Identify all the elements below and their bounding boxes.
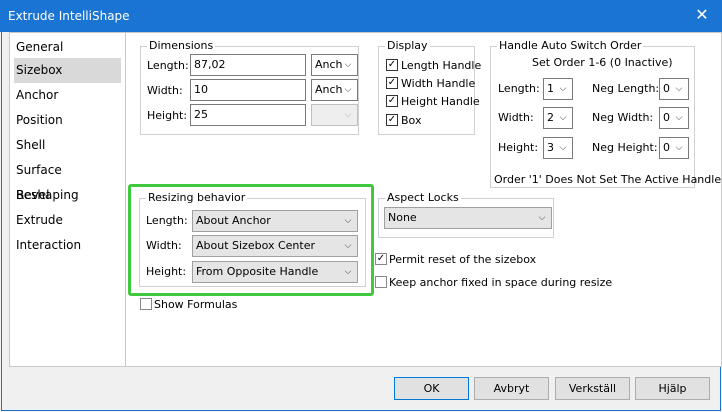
dimension-length-unit: Anch [315, 58, 343, 71]
display-title: Display [385, 39, 430, 52]
dimension-width-unit-select[interactable]: Anch ⌵ [311, 79, 358, 101]
dimension-length-label: Length: [147, 59, 189, 72]
permit-reset-label: Permit reset of the sizebox [389, 253, 537, 266]
show-formulas-checkbox[interactable] [140, 298, 152, 310]
ok-button[interactable]: OK [394, 377, 469, 400]
chevron-down-icon: ⌵ [559, 84, 567, 94]
order-height-value: 3 [547, 141, 554, 154]
dialog-body: General Sizebox Anchor Position Shell Su… [1, 32, 722, 411]
order-width-select[interactable]: 2 ⌵ [543, 107, 573, 129]
aspect-locks-title: Aspect Locks [385, 191, 461, 204]
order-neg-height-select[interactable]: 0 ⌵ [659, 137, 689, 159]
sidebar-item-anchor[interactable]: Anchor [10, 83, 125, 108]
order-neg-height-value: 0 [663, 141, 670, 154]
apply-button[interactable]: Verkställ [555, 377, 630, 400]
highlight-box [128, 184, 374, 296]
dimension-length-unit-select[interactable]: Anch ⌵ [311, 54, 358, 76]
order-neg-length-label: Neg Length: [592, 82, 660, 95]
chevron-down-icon: ⌵ [675, 143, 683, 153]
dimension-width-unit: Anch [315, 83, 343, 96]
category-list: General Sizebox Anchor Position Shell Su… [9, 32, 126, 367]
keep-anchor-checkbox[interactable] [375, 276, 387, 288]
keep-anchor-label: Keep anchor fixed in space during resize [389, 276, 613, 289]
aspect-locks-select[interactable]: None ⌵ [384, 207, 552, 229]
chevron-down-icon: ⌵ [559, 143, 567, 153]
order-height-select[interactable]: 3 ⌵ [543, 137, 573, 159]
help-button[interactable]: Hjälp [635, 377, 710, 400]
title-bar: Extrude IntelliShape ✕ [0, 0, 722, 32]
order-length-value: 1 [547, 82, 554, 95]
order-neg-length-select[interactable]: 0 ⌵ [659, 78, 689, 100]
permit-reset-checkbox[interactable]: ✓ [375, 253, 387, 265]
close-icon[interactable]: ✕ [692, 5, 712, 25]
box-checkbox[interactable]: ✓ [386, 114, 398, 126]
chevron-down-icon: ⌵ [344, 60, 352, 70]
order-neg-length-value: 0 [663, 82, 670, 95]
length-handle-checkbox[interactable]: ✓ [386, 59, 398, 71]
dimension-height-label: Height: [147, 109, 188, 122]
dimension-width-input[interactable]: 10 [190, 79, 306, 101]
order-neg-width-value: 0 [663, 111, 670, 124]
handle-order-subtitle: Set Order 1-6 (0 Inactive) [532, 56, 673, 69]
chevron-down-icon: ⌵ [559, 113, 567, 123]
order-height-label: Height: [498, 141, 539, 154]
length-handle-label: Length Handle [401, 59, 482, 72]
height-handle-checkbox[interactable]: ✓ [386, 95, 398, 107]
cancel-button[interactable]: Avbryt [474, 377, 549, 400]
chevron-down-icon: ⌵ [675, 84, 683, 94]
handle-order-note: Order '1' Does Not Set The Active Handle [494, 173, 722, 186]
box-label: Box [401, 114, 422, 127]
sidebar-item-surface-reshaping[interactable]: Surface Reshaping [10, 158, 125, 202]
dimension-height-unit-select: ⌵ [311, 104, 358, 126]
width-handle-checkbox[interactable]: ✓ [386, 77, 398, 89]
aspect-locks-value: None [388, 211, 417, 224]
settings-panel: Dimensions Length: 87,02 Anch ⌵ Width: 1… [126, 32, 722, 367]
order-neg-height-label: Neg Height: [592, 141, 658, 154]
order-length-label: Length: [498, 82, 540, 95]
dimension-height-input[interactable]: 25 [190, 104, 306, 126]
chevron-down-icon: ⌵ [344, 110, 352, 120]
sidebar-item-bevel[interactable]: Bevel [10, 183, 125, 208]
height-handle-label: Height Handle [401, 95, 480, 108]
order-neg-width-select[interactable]: 0 ⌵ [659, 107, 689, 129]
chevron-down-icon: ⌵ [675, 113, 683, 123]
dimensions-title: Dimensions [147, 39, 216, 52]
dimension-length-input[interactable]: 87,02 [190, 54, 306, 76]
order-neg-width-label: Neg Width: [592, 111, 654, 124]
sidebar-item-shell[interactable]: Shell [10, 133, 125, 158]
order-width-value: 2 [547, 111, 554, 124]
sidebar-item-position[interactable]: Position [10, 108, 125, 133]
sidebar-item-sizebox[interactable]: Sizebox [14, 58, 121, 83]
sidebar-item-interaction[interactable]: Interaction [10, 233, 125, 258]
chevron-down-icon: ⌵ [538, 213, 546, 223]
chevron-down-icon: ⌵ [344, 85, 352, 95]
dimension-width-label: Width: [147, 84, 183, 97]
show-formulas-label: Show Formulas [154, 298, 238, 311]
sidebar-item-extrude[interactable]: Extrude [10, 208, 125, 233]
order-length-select[interactable]: 1 ⌵ [543, 78, 573, 100]
width-handle-label: Width Handle [401, 77, 476, 90]
window-title: Extrude IntelliShape [8, 9, 130, 23]
handle-order-title: Handle Auto Switch Order [497, 39, 644, 52]
order-width-label: Width: [498, 111, 534, 124]
sidebar-item-general[interactable]: General [10, 35, 125, 60]
